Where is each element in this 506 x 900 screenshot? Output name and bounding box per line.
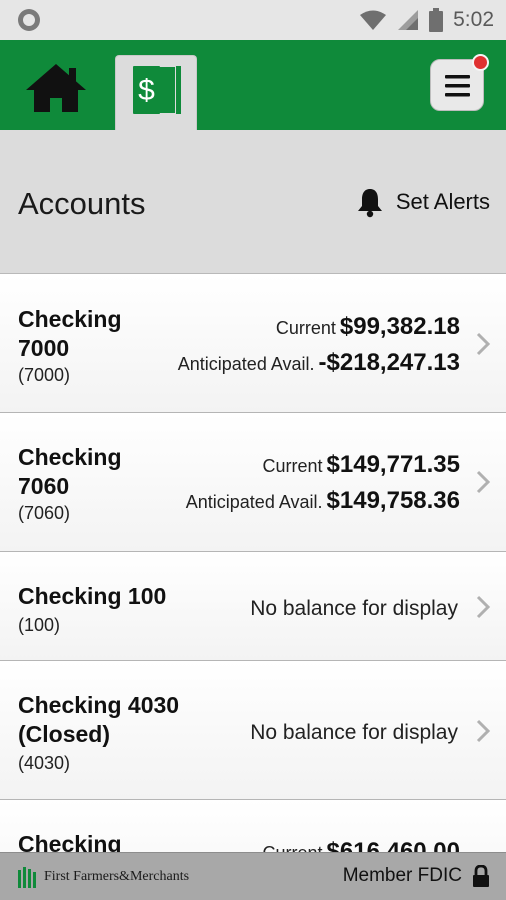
current-label: Current (275, 318, 336, 338)
account-name: Checking 100 (18, 582, 238, 611)
notification-circle-icon (18, 9, 40, 31)
account-name-line1: Checking 100 (18, 583, 167, 609)
lock-icon (473, 865, 489, 887)
svg-text:$: $ (138, 74, 155, 107)
page-header: Accounts Set Alerts (0, 130, 506, 274)
set-alerts-button[interactable]: Set Alerts (354, 186, 490, 218)
chevron-right-icon (476, 595, 491, 619)
current-balance: Current $616,460.00 (263, 838, 461, 852)
accounts-tab[interactable]: $ (115, 55, 197, 130)
current-value: $616,460.00 (326, 838, 460, 852)
account-name-line1: Checking (18, 306, 122, 332)
account-number: (7060) (18, 503, 71, 523)
account-name-line2: 7060 (18, 473, 70, 499)
battery-icon (429, 8, 444, 32)
account-name-line1: Checking (18, 831, 122, 852)
chevron-right-icon (476, 332, 491, 356)
bell-icon (357, 189, 382, 218)
wheat-logo-icon (18, 867, 36, 888)
current-value: $99,382.18 (339, 313, 460, 340)
dollar-icon: $ (133, 66, 181, 114)
status-icons: 5:02 (359, 0, 494, 40)
anticipated-label: Anticipated Avail. (177, 354, 315, 374)
account-name-line1: Checking (18, 444, 122, 470)
account-name: Checking (18, 830, 208, 852)
anticipated-balance: Anticipated Avail. $149,758.36 (186, 487, 460, 515)
accounts-list: Checking 7000 (7000) Current $99,382.18 … (0, 275, 506, 852)
fdic-label: Member FDIC (342, 865, 462, 886)
current-value: $149,771.35 (326, 451, 460, 478)
no-balance-text: No balance for display (250, 721, 458, 744)
chevron-right-icon (476, 719, 491, 743)
current-label: Current (262, 456, 323, 476)
account-row-checking-partial[interactable]: Checking Current $616,460.00 (0, 800, 506, 852)
wifi-icon (360, 10, 387, 30)
account-name-line2: (Closed) (18, 721, 110, 747)
account-name: Checking 4030 (Closed) (18, 691, 238, 749)
anticipated-value: $149,758.36 (326, 487, 460, 514)
account-name: Checking 7060 (18, 443, 208, 501)
set-alerts-label: Set Alerts (395, 189, 490, 214)
account-number: (4030) (18, 753, 71, 773)
home-icon (26, 64, 86, 112)
status-bar: 5:02 (0, 0, 506, 40)
account-row-checking-7000[interactable]: Checking 7000 (7000) Current $99,382.18 … (0, 275, 506, 413)
bank-logo: First Farmers&Merchants (16, 866, 189, 888)
account-row-checking-100[interactable]: Checking 100 (100) No balance for displa… (0, 552, 506, 661)
anticipated-value: -$218,247.13 (318, 349, 460, 376)
member-fdic: Member FDIC (343, 865, 490, 887)
account-row-checking-7060[interactable]: Checking 7060 (7060) Current $149,771.35… (0, 413, 506, 552)
current-balance: Current $149,771.35 (263, 451, 461, 479)
anticipated-balance: Anticipated Avail. -$218,247.13 (178, 349, 460, 377)
footer-bar: First Farmers&Merchants Member FDIC (0, 852, 506, 900)
current-balance: Current $99,382.18 (276, 313, 460, 341)
status-time: 5:02 (453, 8, 494, 31)
notification-dot (472, 54, 489, 71)
current-label: Current (263, 843, 323, 852)
account-number: (100) (18, 615, 61, 635)
no-balance-text: No balance for display (250, 597, 458, 620)
signal-icon (398, 10, 419, 30)
top-nav-bar: $ (0, 40, 506, 130)
account-row-checking-4030[interactable]: Checking 4030 (Closed) (4030) No balance… (0, 661, 506, 800)
anticipated-label: Anticipated Avail. (185, 492, 323, 512)
home-button[interactable] (24, 62, 88, 114)
chevron-right-icon (476, 470, 491, 494)
bank-name: First Farmers&Merchants (44, 869, 190, 884)
menu-button[interactable] (430, 54, 489, 111)
account-number: (7000) (18, 365, 71, 385)
page-title: Accounts (18, 186, 146, 221)
account-name-line1: Checking 4030 (18, 692, 180, 718)
